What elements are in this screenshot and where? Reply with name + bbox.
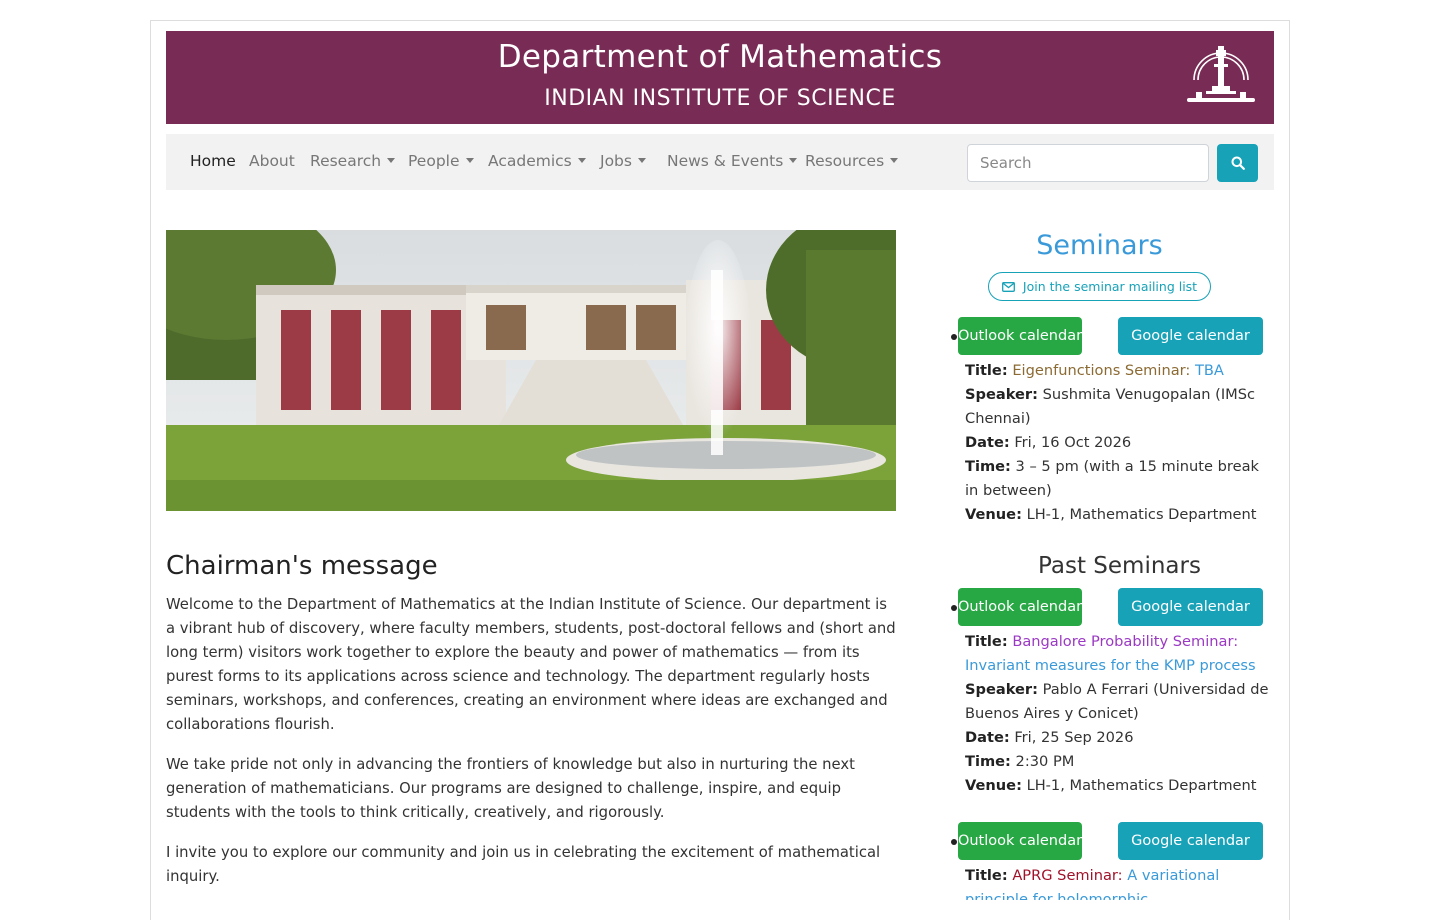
envelope-icon — [1001, 281, 1015, 292]
seminar-title-link[interactable]: TBA — [1195, 362, 1224, 379]
seminar-venue: LH-1, Mathematics Department — [1026, 777, 1257, 794]
past-seminar-details: Title: Bangalore Probability Seminar: In… — [965, 630, 1270, 798]
chevron-down-icon — [789, 158, 798, 163]
list-bullet — [951, 839, 957, 845]
seminars-heading[interactable]: Seminars — [941, 230, 1258, 261]
search-button[interactable] — [1217, 144, 1258, 182]
date-label: Date: — [965, 729, 1010, 746]
nav-news-events-label: News & Events — [667, 152, 784, 170]
outlook-calendar-button[interactable]: Outlook calendar — [958, 588, 1082, 626]
time-label: Time: — [965, 458, 1011, 475]
title-label: Title: — [965, 362, 1008, 379]
seminar-venue-line: Venue: LH-1, Mathematics Department — [965, 774, 1270, 798]
title-label: Title: — [965, 867, 1008, 884]
seminar-title-link[interactable]: Invariant measures for the KMP process — [965, 657, 1256, 674]
seminar-series-link[interactable]: APRG Seminar: — [1012, 867, 1122, 884]
nav-resources-label: Resources — [805, 152, 885, 170]
nav-news-events-dropdown[interactable]: News & Events — [667, 152, 798, 170]
nav-people-dropdown[interactable]: People — [408, 152, 474, 170]
seminar-details: Title: Eigenfunctions Seminar: TBA Speak… — [965, 359, 1270, 527]
nav-jobs-dropdown[interactable]: Jobs — [600, 152, 646, 170]
seminar-series-link[interactable]: Eigenfunctions Seminar: — [1012, 362, 1190, 379]
seminar-date: Fri, 16 Oct 2026 — [1014, 434, 1132, 451]
seminar-time-line: Time: 2:30 PM — [965, 750, 1270, 774]
nav-resources-dropdown[interactable]: Resources — [805, 152, 899, 170]
chevron-down-icon — [890, 158, 899, 163]
chairman-paragraph-2: We take pride not only in advancing the … — [166, 756, 855, 821]
chairman-heading: Chairman's message — [166, 551, 438, 581]
speaker-label: Speaker: — [965, 681, 1038, 698]
seminar-date: Fri, 25 Sep 2026 — [1014, 729, 1134, 746]
iisc-logo[interactable] — [1184, 40, 1258, 108]
title-label: Title: — [965, 633, 1008, 650]
venue-label: Venue: — [965, 777, 1022, 794]
speaker-label: Speaker: — [965, 386, 1038, 403]
chevron-down-icon — [465, 158, 474, 163]
seminar-date-line: Date: Fri, 25 Sep 2026 — [965, 726, 1270, 750]
main-navbar: Home About Research People Academics Job… — [166, 134, 1274, 190]
nav-research-label: Research — [310, 152, 382, 170]
site-title[interactable]: Department of Mathematics — [166, 39, 1274, 75]
past-seminars-heading: Past Seminars — [1038, 553, 1201, 579]
past-seminar-details: Title: APRG Seminar: A variational princ… — [965, 864, 1270, 900]
campus-photo — [166, 230, 896, 511]
seminar-title-line: Title: Bangalore Probability Seminar: In… — [965, 630, 1270, 678]
search-icon — [1231, 156, 1245, 170]
nav-research-dropdown[interactable]: Research — [310, 152, 396, 170]
google-calendar-button[interactable]: Google calendar — [1118, 822, 1263, 860]
list-bullet — [951, 605, 957, 611]
seminar-date-line: Date: Fri, 16 Oct 2026 — [965, 431, 1270, 455]
nav-about[interactable]: About — [249, 152, 295, 170]
chevron-down-icon — [387, 158, 396, 163]
seminar-series-link[interactable]: Bangalore Probability Seminar: — [1012, 633, 1238, 650]
outlook-calendar-button[interactable]: Outlook calendar — [958, 822, 1082, 860]
seminar-venue-line: Venue: LH-1, Mathematics Department — [965, 503, 1270, 527]
nav-jobs-label: Jobs — [600, 152, 632, 170]
chairman-paragraph-3: I invite you to explore our community an… — [166, 844, 881, 885]
nav-academics-dropdown[interactable]: Academics — [488, 152, 586, 170]
nav-academics-label: Academics — [488, 152, 572, 170]
page-frame: Department of Mathematics INDIAN INSTITU… — [150, 20, 1290, 920]
site-banner: Department of Mathematics INDIAN INSTITU… — [166, 31, 1274, 124]
outlook-calendar-button[interactable]: Outlook calendar — [958, 317, 1082, 355]
seminar-speaker-line: Speaker: Pablo A Ferrari (Universidad de… — [965, 678, 1270, 726]
chevron-down-icon — [577, 158, 586, 163]
google-calendar-button[interactable]: Google calendar — [1118, 588, 1263, 626]
seminar-time-line: Time: 3 – 5 pm (with a 15 minute break i… — [965, 455, 1270, 503]
chevron-down-icon — [637, 158, 646, 163]
nav-people-label: People — [408, 152, 460, 170]
google-calendar-button[interactable]: Google calendar — [1118, 317, 1263, 355]
venue-label: Venue: — [965, 506, 1022, 523]
date-label: Date: — [965, 434, 1010, 451]
site-subtitle[interactable]: INDIAN INSTITUTE OF SCIENCE — [166, 86, 1274, 111]
seminar-title-line: Title: Eigenfunctions Seminar: TBA — [965, 359, 1270, 383]
nav-home[interactable]: Home — [190, 152, 236, 170]
chairman-paragraph-1: Welcome to the Department of Mathematics… — [166, 596, 896, 733]
seminar-time: 2:30 PM — [1015, 753, 1075, 770]
time-label: Time: — [965, 753, 1011, 770]
seminar-speaker-line: Speaker: Sushmita Venugopalan (IMSc Chen… — [965, 383, 1270, 431]
list-bullet — [951, 334, 957, 340]
mailing-list-label: Join the seminar mailing list — [1022, 279, 1198, 294]
seminar-venue: LH-1, Mathematics Department — [1026, 506, 1257, 523]
seminar-title-line: Title: APRG Seminar: A variational princ… — [965, 864, 1270, 900]
search-input[interactable] — [967, 144, 1209, 182]
mailing-list-button[interactable]: Join the seminar mailing list — [988, 272, 1211, 301]
